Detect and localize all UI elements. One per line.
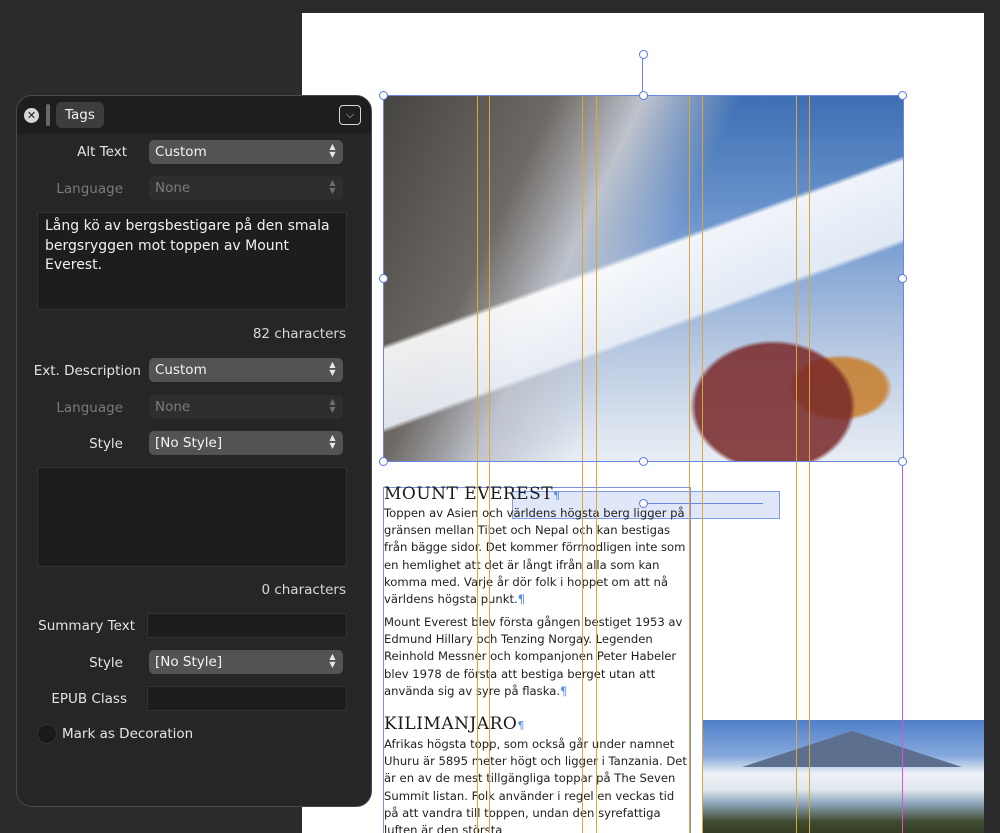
resize-handle-left[interactable] — [379, 274, 388, 283]
ext-description-character-count: 0 characters — [261, 582, 346, 598]
alt-text-character-count: 82 characters — [252, 326, 346, 342]
ext-description-select[interactable]: Custom ▲ ▼ — [149, 358, 343, 382]
mark-as-decoration-checkbox[interactable] — [37, 724, 57, 744]
resize-handle-bottom-left[interactable] — [379, 457, 388, 466]
heading-kilimanjaro[interactable]: KILIMANJARO¶ — [384, 714, 525, 734]
ext-style-select[interactable]: [No Style] ▲ ▼ — [149, 431, 343, 455]
summary-style-select[interactable]: [No Style] ▲ ▼ — [149, 650, 343, 674]
ext-description-value: Custom — [155, 362, 207, 378]
updown-chevron-icon: ▲ ▼ — [329, 178, 336, 195]
summary-text-input[interactable] — [147, 613, 347, 638]
updown-chevron-icon: ▲ ▼ — [329, 397, 336, 414]
updown-chevron-icon: ▲ ▼ — [329, 142, 336, 159]
rotation-handle[interactable] — [639, 50, 648, 59]
updown-chevron-icon: ▲ ▼ — [329, 652, 336, 669]
resize-handle-bottom[interactable] — [639, 457, 648, 466]
document-page[interactable]: MOUNT EVEREST¶ Toppen av Asien och värld… — [302, 13, 984, 833]
paragraph-everest-1[interactable]: Toppen av Asien och världens högsta berg… — [384, 505, 690, 608]
summary-style-value: [No Style] — [155, 654, 223, 670]
heading-mount-everest[interactable]: MOUNT EVEREST¶ — [384, 484, 561, 504]
updown-chevron-icon: ▲ ▼ — [329, 433, 336, 450]
ext-language-label: Language — [56, 400, 123, 416]
resize-handle-top-right[interactable] — [898, 91, 907, 100]
summary-style-label: Style — [89, 655, 123, 671]
image-selection-box[interactable] — [383, 95, 904, 462]
paragraph-everest-2[interactable]: Mount Everest blev första gången bestige… — [384, 614, 690, 700]
tags-panel: ✕ Tags ⌵ Alt Text Custom ▲ ▼ Language Non… — [16, 95, 372, 807]
alt-text-select-value: Custom — [155, 144, 207, 160]
resize-handle-right[interactable] — [898, 274, 907, 283]
alt-language-value: None — [155, 180, 191, 196]
alt-text-label: Alt Text — [77, 144, 127, 160]
resize-handle-bottom-right[interactable] — [898, 457, 907, 466]
epub-class-input[interactable] — [147, 686, 347, 711]
epub-class-label: EPUB Class — [51, 691, 127, 707]
close-icon[interactable]: ✕ — [24, 108, 39, 123]
text-frame-handle[interactable] — [639, 499, 648, 508]
ext-language-value: None — [155, 399, 191, 415]
alt-text-field[interactable]: Lång kö av bergsbestigare på den smala b… — [37, 212, 347, 310]
ext-description-field[interactable] — [37, 467, 347, 567]
chevron-down-icon[interactable]: ⌵ — [339, 105, 361, 125]
margin-guide — [902, 461, 903, 833]
tab-tags[interactable]: Tags — [56, 102, 104, 128]
paragraph-kilimanjaro[interactable]: Afrikas högsta topp, som också går under… — [384, 736, 690, 833]
summary-text-label: Summary Text — [38, 618, 135, 634]
panel-drag-handle[interactable] — [46, 104, 50, 126]
alt-language-select[interactable]: None ▲ ▼ — [149, 176, 343, 200]
resize-handle-top-left[interactable] — [379, 91, 388, 100]
resize-handle-top[interactable] — [639, 91, 648, 100]
alt-text-select[interactable]: Custom ▲ ▼ — [149, 140, 343, 164]
kilimanjaro-peak — [742, 731, 962, 767]
mark-as-decoration-label: Mark as Decoration — [62, 726, 194, 742]
alt-language-label: Language — [56, 181, 123, 197]
updown-chevron-icon: ▲ ▼ — [329, 360, 336, 377]
ext-description-label: Ext. Description — [33, 363, 141, 379]
title-frame-baseline — [643, 503, 763, 504]
panel-header: ✕ Tags ⌵ — [17, 96, 371, 134]
ext-style-label: Style — [89, 436, 123, 452]
ext-language-select[interactable]: None ▲ ▼ — [149, 395, 343, 419]
ext-style-value: [No Style] — [155, 435, 223, 451]
